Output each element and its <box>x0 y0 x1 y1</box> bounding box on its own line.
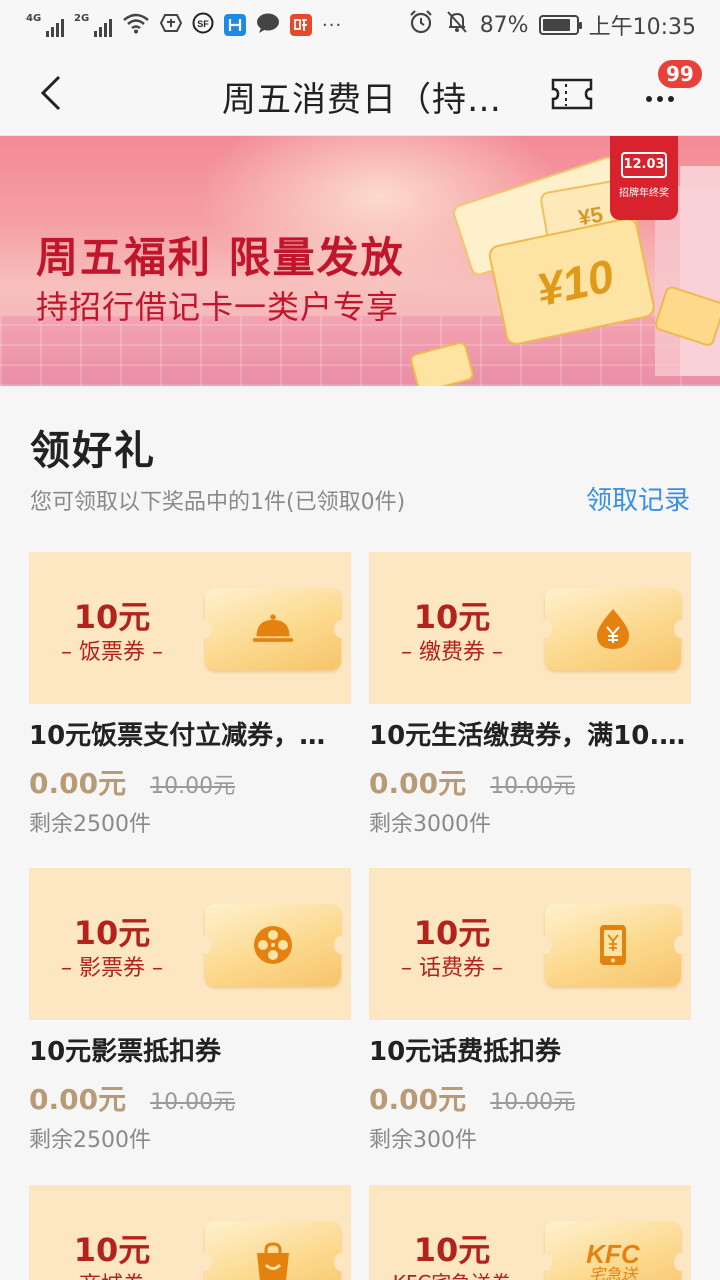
voucher-type: 影票券 <box>29 950 195 982</box>
voucher-ticket-graphic <box>538 904 688 986</box>
stock-remaining: 剩余300件 <box>369 1128 477 1153</box>
alarm-icon <box>408 9 434 41</box>
sf-express-icon: SF <box>192 12 214 38</box>
original-price: 10.00元 <box>490 1090 576 1115</box>
page-title: 周五消费日（持招行借记卡一类户专享） <box>222 80 512 120</box>
banner-title: 周五福利 限量发放 <box>36 233 405 282</box>
nav-bar: 周五消费日（持招行借记卡一类户专享） <box>0 50 720 136</box>
current-price: 0.00元 <box>29 1083 127 1116</box>
voucher-type: 缴费券 <box>369 634 535 666</box>
battery-percent: 87% <box>479 12 529 38</box>
voucher-type: 饭票券 <box>29 634 195 666</box>
voucher-amount: 10元 <box>413 598 491 636</box>
notification-badge: 99 <box>656 58 704 90</box>
status-bar: 4G 2G SF ··· 87% 上午10:35 <box>0 0 720 50</box>
voucher-ticket-graphic: KFC 宅急送 <box>538 1221 688 1280</box>
voucher-image[interactable]: 10元 话费券 <box>369 868 691 1020</box>
signal-2g-icon: 2G <box>74 13 112 37</box>
voucher-ticket-graphic <box>538 588 688 670</box>
voucher-ticket-graphic <box>198 588 348 670</box>
voucher-type: 话费券 <box>369 950 535 982</box>
signal-4g-icon: 4G <box>26 13 64 37</box>
battery-icon <box>538 15 582 35</box>
signal-2-label: 2G <box>74 13 90 24</box>
voucher-name: 10元饭票支付立减券，满10.00元可用 <box>29 721 351 751</box>
mute-icon <box>444 9 470 41</box>
voucher-amount: 10元 <box>413 1231 491 1269</box>
section-description: 您可领取以下奖品中的1件(已领取0件) <box>30 490 406 515</box>
chevron-left-icon <box>40 75 61 111</box>
voucher-card-movie[interactable]: 10元 影票券 10元影票抵扣券 0.00元 10.00元 剩余2500件 <box>29 868 351 1154</box>
voucher-amount: 10元 <box>413 914 491 952</box>
app-h-icon <box>224 14 246 36</box>
battery-fill <box>542 19 571 31</box>
price-row: 0.00元 10.00元 <box>369 1078 691 1116</box>
voucher-card-mall[interactable]: 10元 商城券 <box>29 1185 351 1280</box>
voucher-card-bill[interactable]: 10元 缴费券 10元生活缴费券，满10.00元可用 0.00元 10.00元 … <box>369 552 691 838</box>
voucher-card-meal[interactable]: 10元 饭票券 10元饭票支付立减券，满10.00元可用 0.00元 10.00… <box>29 552 351 838</box>
more-dots-icon <box>646 96 674 102</box>
shopping-bag-icon <box>251 1240 295 1280</box>
voucher-amount: 10元 <box>73 1231 151 1269</box>
voucher-image[interactable]: 10元 缴费券 <box>369 552 691 704</box>
status-right: 87% 上午10:35 <box>408 8 696 42</box>
current-price: 0.00元 <box>369 767 467 800</box>
stock-remaining: 剩余3000件 <box>369 812 491 837</box>
voucher-card-phone[interactable]: 10元 话费券 10元话费抵扣券 0.00元 10.00元 剩余300件 <box>369 868 691 1154</box>
phone-yuan-icon <box>591 923 635 967</box>
kfc-logo-text: KFC <box>586 1239 640 1269</box>
voucher-ticket-graphic <box>198 904 348 986</box>
banner-subtitle: 持招行借记卡一类户专享 <box>36 288 400 326</box>
voucher-ticket-graphic <box>198 1221 348 1280</box>
status-left: 4G 2G SF ··· <box>26 10 342 40</box>
claim-records-link[interactable]: 领取记录 <box>586 480 690 517</box>
wifi-icon <box>122 12 150 38</box>
dinner-cloche-icon <box>251 607 295 651</box>
voucher-image[interactable]: 10元 商城券 <box>29 1185 351 1280</box>
app-shield-icon <box>159 12 183 38</box>
original-price: 10.00元 <box>150 1090 236 1115</box>
banner-tag: 12.03 招牌年终奖 <box>610 136 678 220</box>
app-listen-icon <box>290 14 312 36</box>
yuan-drop-icon <box>591 607 635 651</box>
signal-1-label: 4G <box>26 13 42 24</box>
voucher-name: 10元话费抵扣券 <box>369 1037 562 1067</box>
voucher-amount: 10元 <box>73 598 151 636</box>
film-reel-icon <box>251 923 295 967</box>
stock-remaining: 剩余2500件 <box>29 812 151 837</box>
voucher-name: 10元影票抵扣券 <box>29 1037 222 1067</box>
kfc-logo-icon: KFC 宅急送 <box>568 1240 658 1280</box>
stock-remaining: 剩余2500件 <box>29 1128 151 1153</box>
voucher-image[interactable]: 10元 影票券 <box>29 868 351 1020</box>
price-row: 0.00元 10.00元 <box>29 762 351 800</box>
original-price: 10.00元 <box>490 774 576 799</box>
more-notifications-icon: ··· <box>322 14 343 36</box>
voucher-type: KFC宅急送券 <box>369 1267 535 1280</box>
voucher-name: 10元生活缴费券，满10.00元可用 <box>369 721 691 751</box>
coupon-ticket-button[interactable] <box>548 72 596 116</box>
section-title: 领好礼 <box>30 428 156 474</box>
current-price: 0.00元 <box>369 1083 467 1116</box>
message-icon <box>256 12 280 38</box>
price-row: 0.00元 10.00元 <box>29 1078 351 1116</box>
voucher-type: 商城券 <box>29 1267 195 1280</box>
banner-tag-date: 12.03 <box>621 152 667 178</box>
promo-banner[interactable]: ¥5 ¥10 周五福利 限量发放 持招行借记卡一类户专享 12.03 招牌年终奖 <box>0 136 720 386</box>
voucher-card-kfc[interactable]: 10元 KFC宅急送券 KFC 宅急送 <box>369 1185 691 1280</box>
voucher-image[interactable]: 10元 KFC宅急送券 KFC 宅急送 <box>369 1185 691 1280</box>
svg-text:SF: SF <box>197 19 209 29</box>
clock: 上午10:35 <box>588 15 696 40</box>
banner-tag-name: 招牌年终奖 <box>619 188 669 199</box>
voucher-image[interactable]: 10元 饭票券 <box>29 552 351 704</box>
original-price: 10.00元 <box>150 774 236 799</box>
current-price: 0.00元 <box>29 767 127 800</box>
kfc-logo-subtext: 宅急送 <box>588 1265 637 1280</box>
price-row: 0.00元 10.00元 <box>369 762 691 800</box>
voucher-amount: 10元 <box>73 914 151 952</box>
ticket-icon <box>551 78 593 110</box>
back-button[interactable] <box>26 68 76 118</box>
